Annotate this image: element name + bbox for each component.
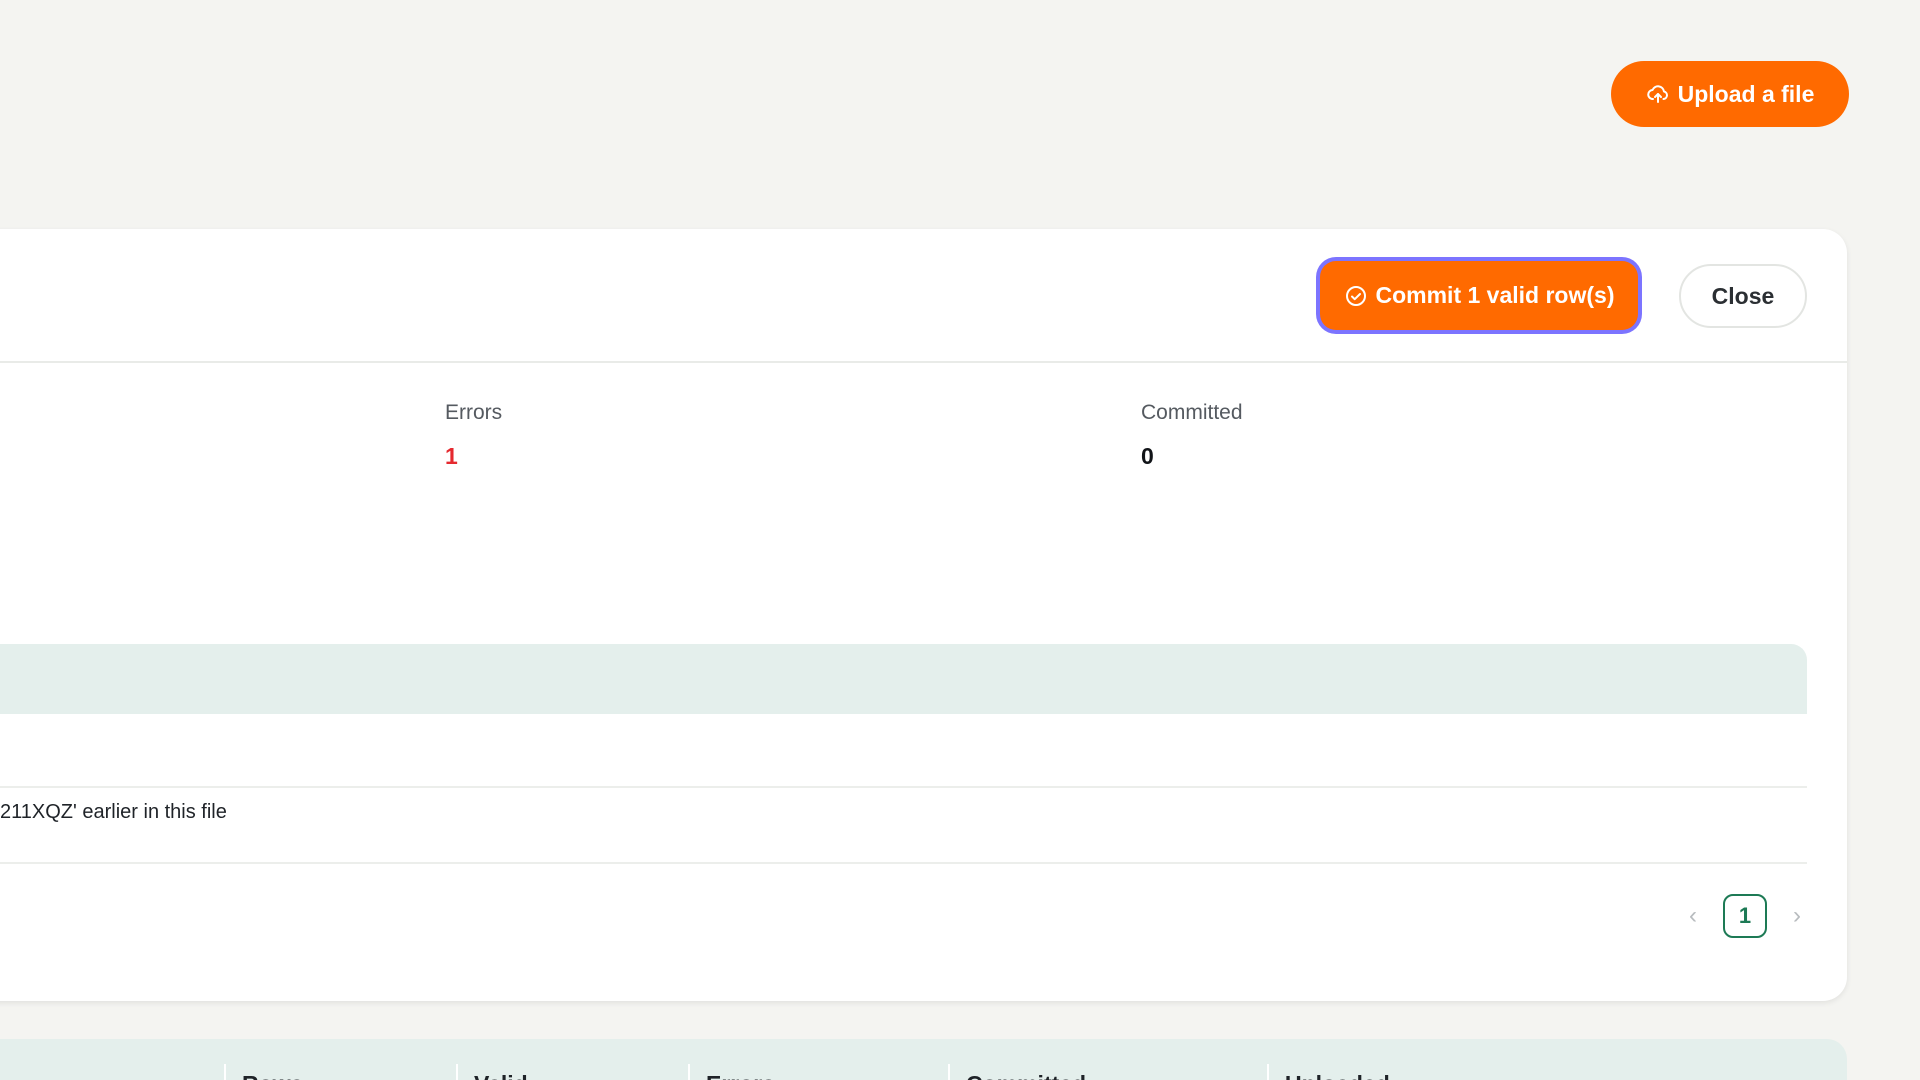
- import-preview-card: Commit 1 valid row(s) Close Errors 1 Com…: [0, 229, 1847, 1001]
- upload-file-button[interactable]: Upload a file: [1611, 61, 1849, 127]
- errors-table-header: [0, 644, 1807, 714]
- committed-stat: Committed 0: [1141, 401, 1243, 470]
- pagination: ‹ 1 ›: [1683, 894, 1807, 938]
- commit-valid-rows-button[interactable]: Commit 1 valid row(s): [1320, 261, 1638, 330]
- column-header-uploaded: Uploaded: [1267, 1064, 1390, 1080]
- cloud-upload-icon: [1646, 85, 1668, 103]
- commit-label: Commit 1 valid row(s): [1375, 282, 1615, 308]
- committed-stat-value: 0: [1141, 443, 1154, 469]
- upload-file-label: Upload a file: [1677, 80, 1815, 107]
- errors-stat-value: 1: [445, 443, 458, 469]
- table-row: [0, 714, 1807, 788]
- upload-history-table-header: Rows Valid Errors Committed Uploaded: [0, 1039, 1847, 1080]
- errors-stat: Errors 1: [445, 401, 502, 470]
- page-number-button[interactable]: 1: [1723, 894, 1767, 938]
- errors-stat-label: Errors: [445, 401, 503, 424]
- column-header-rows: Rows: [224, 1064, 303, 1080]
- check-circle-icon: [1345, 285, 1366, 306]
- errors-table: [0, 644, 1807, 864]
- chevron-left-icon[interactable]: ‹: [1683, 901, 1703, 931]
- committed-stat-label: Committed: [1141, 401, 1243, 424]
- chevron-right-icon[interactable]: ›: [1787, 901, 1807, 931]
- column-header-committed: Committed: [948, 1064, 1086, 1080]
- column-header-errors: Errors: [688, 1064, 775, 1080]
- column-header-valid: Valid: [456, 1064, 528, 1080]
- close-button[interactable]: Close: [1679, 264, 1807, 328]
- card-header: Commit 1 valid row(s) Close: [0, 229, 1847, 363]
- error-message: 211XQZ' earlier in this file: [0, 801, 227, 823]
- table-row: [0, 788, 1807, 864]
